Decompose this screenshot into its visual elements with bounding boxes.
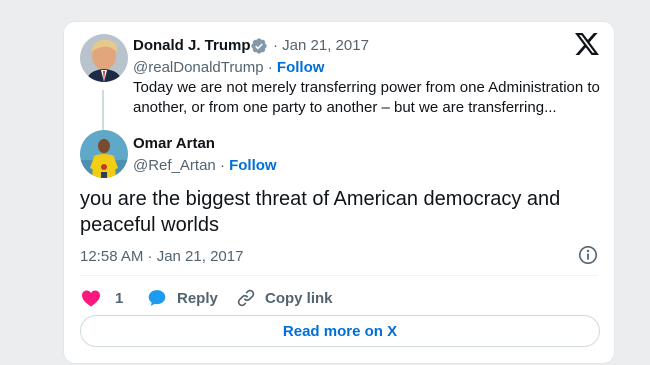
quoted-handle[interactable]: @realDonaldTrump xyxy=(133,59,264,76)
heart-icon xyxy=(82,290,100,307)
read-more-button[interactable]: Read more on X xyxy=(80,315,600,347)
reply-button[interactable]: Reply xyxy=(147,287,218,309)
thread-connector-line xyxy=(102,90,104,130)
read-more-label: Read more on X xyxy=(282,322,398,340)
tweet-timestamp[interactable]: 12:58 AM · Jan 21, 2017 xyxy=(80,248,243,265)
tweet-author-name[interactable]: Omar Artan xyxy=(133,135,215,152)
omar-avatar[interactable] xyxy=(80,130,128,178)
verified-badge-icon xyxy=(251,38,267,54)
separator-dot: · xyxy=(273,37,278,54)
copy-link-button[interactable]: Copy link xyxy=(236,287,333,309)
like-button[interactable]: 1 xyxy=(81,287,123,309)
follow-trump-link[interactable]: Follow xyxy=(277,59,325,76)
quoted-date-text: Jan 21, 2017 xyxy=(282,37,369,54)
quoted-handle-row: @realDonaldTrump · Follow xyxy=(133,59,324,76)
separator-dot: · xyxy=(267,59,273,76)
speech-bubble-icon xyxy=(148,290,166,306)
x-logo-icon[interactable] xyxy=(575,33,599,55)
follow-omar-link[interactable]: Follow xyxy=(229,157,277,174)
tweet-handle-row: @Ref_Artan · Follow xyxy=(133,157,277,174)
info-icon[interactable] xyxy=(578,245,598,265)
copy-link-label: Copy link xyxy=(265,289,333,307)
separator-dot: · xyxy=(219,157,225,174)
quoted-author-name[interactable]: Donald J. Trump xyxy=(133,37,251,54)
like-count: 1 xyxy=(115,289,124,307)
reply-label: Reply xyxy=(177,289,218,307)
quoted-tweet-text[interactable]: Today we are not merely transferring pow… xyxy=(133,78,601,118)
trump-avatar[interactable] xyxy=(80,34,128,82)
tweet-text: you are the biggest threat of American d… xyxy=(80,188,561,236)
embedded-tweet-card: Donald J. Trump · Jan 21, 2017 @realDona… xyxy=(63,21,615,364)
divider xyxy=(80,275,598,276)
tweet-handle[interactable]: @Ref_Artan xyxy=(133,157,216,174)
quoted-date[interactable]: · Jan 21, 2017 xyxy=(273,37,369,54)
link-icon xyxy=(237,289,255,307)
